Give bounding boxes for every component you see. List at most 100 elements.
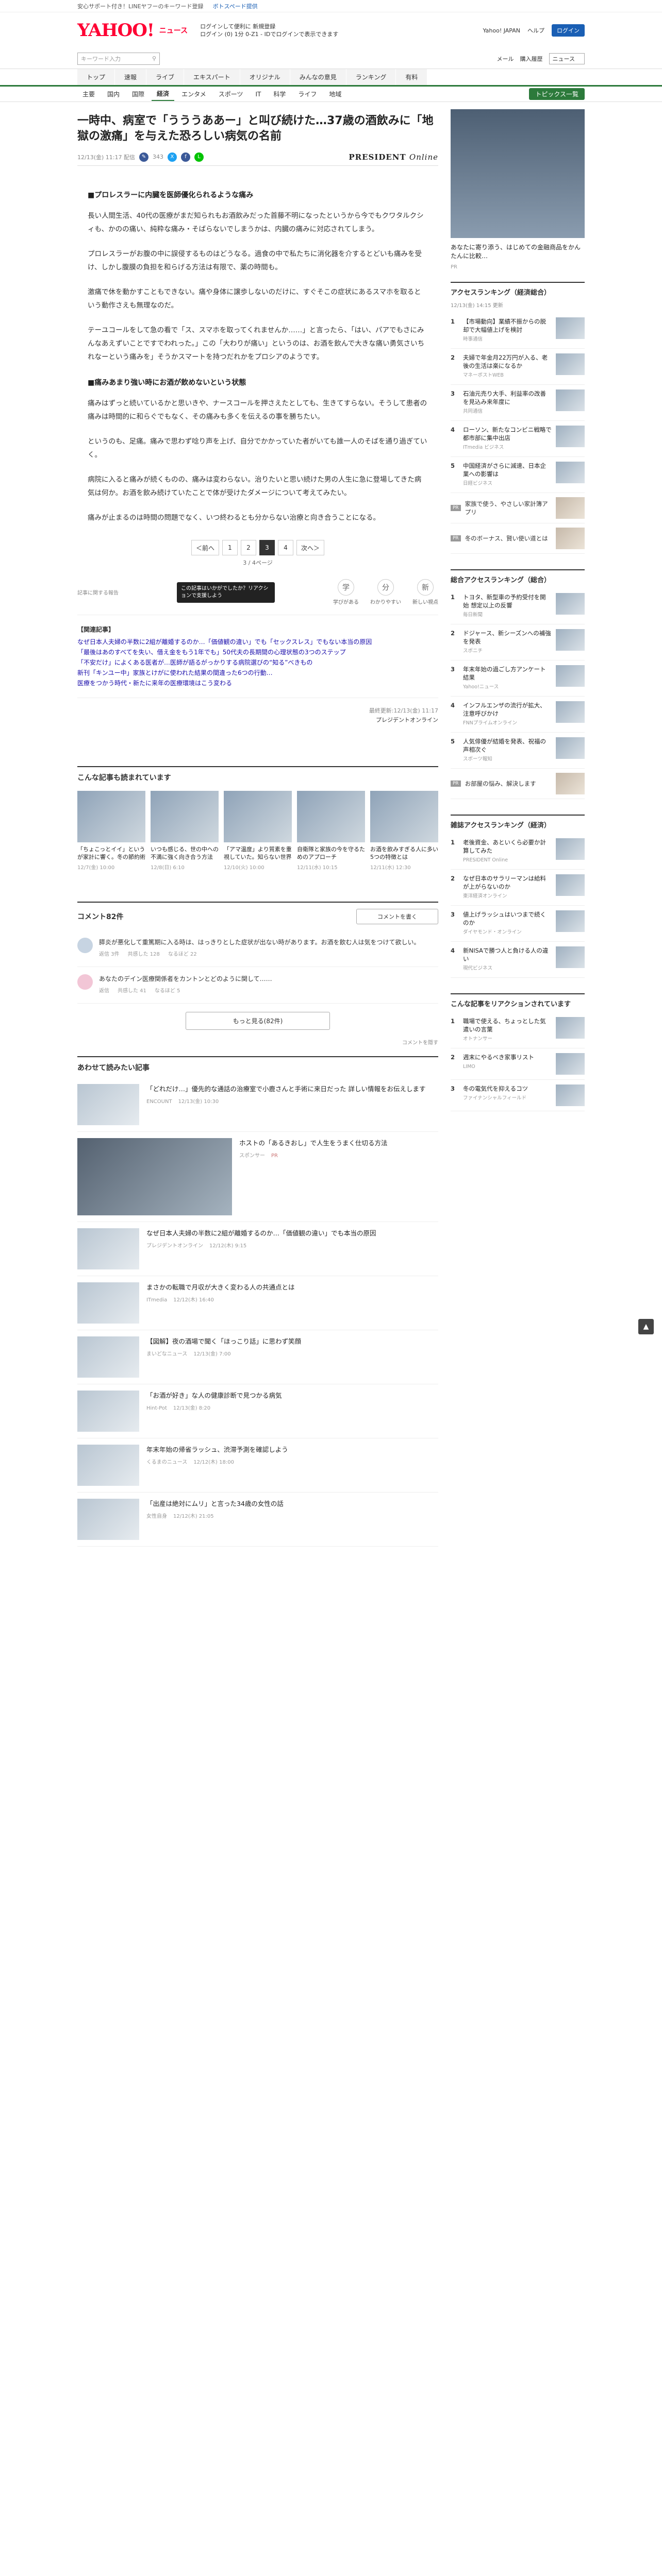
page-number-button[interactable]: 4 xyxy=(278,540,293,555)
category-tab[interactable]: ランキング xyxy=(346,69,396,85)
search-icon[interactable]: ⚲ xyxy=(152,55,156,62)
pr-item[interactable]: PR 家族で使う、やさしい家計簿アプリ xyxy=(451,493,585,523)
yahoo-japan-link[interactable]: Yahoo! JAPAN xyxy=(483,27,520,34)
page-number-button[interactable]: 1 xyxy=(222,540,238,555)
subnav-tab[interactable]: 主要 xyxy=(77,88,100,100)
category-tab[interactable]: ライブ xyxy=(146,69,185,85)
share-facebook-icon[interactable]: f xyxy=(180,152,190,162)
category-tab[interactable]: みんなの意見 xyxy=(290,69,346,85)
feed-item[interactable]: なぜ日本人夫婦の半数に2組が離婚するのか…「価値観の違い」でも本当の原因 プレジデ… xyxy=(77,1222,438,1276)
ranking-item[interactable]: 1 トヨタ、新型車の予約受付を開始 想定以上の反響 毎日新聞 xyxy=(451,588,585,624)
reply-button[interactable]: 返信 xyxy=(99,986,109,996)
agree-button[interactable]: 共感した 128 xyxy=(128,950,160,959)
subnav-tab[interactable]: エンタメ xyxy=(176,88,211,100)
ranking-item[interactable]: 2 なぜ日本のサラリーマンは給料が上がらないのか 東洋経済オンライン xyxy=(451,870,585,906)
category-tab[interactable]: 有料 xyxy=(396,69,428,85)
login-prompt-line1[interactable]: ログインして便利に 新規登録 xyxy=(200,23,338,30)
more-comments-button[interactable]: もっと見る(82件) xyxy=(186,1012,330,1030)
source-logo[interactable]: PRESIDENT Online xyxy=(349,152,438,162)
ranking-item[interactable]: 4 ローソン、新たなコンビニ戦略で都市部に集中出店 ITmedia ビジネス xyxy=(451,421,585,457)
ranking-item[interactable]: 3 値上げラッシュはいつまで続くのか ダイヤモンド・オンライン xyxy=(451,906,585,942)
pr-item[interactable]: PR 冬のボーナス、賢い使い道とは xyxy=(451,523,585,554)
ranking-item[interactable]: 3 石油元売り大手、利益率の改善を見込み来年度に 共同通信 xyxy=(451,385,585,421)
next-page-button[interactable]: 次へ＞ xyxy=(296,540,325,555)
sidebar-ad-image[interactable] xyxy=(451,109,585,238)
reaction-button[interactable]: 学学びがある xyxy=(333,579,359,605)
share-line-icon[interactable]: L xyxy=(194,152,204,162)
feed-item[interactable]: 「出産は絶対にムリ」と言った34歳の女性の話 女性自身 12/12(木) 21:05 xyxy=(77,1493,438,1547)
ranking-item[interactable]: 4 新NISAで勝つ人と負ける人の違い 現代ビジネス xyxy=(451,942,585,978)
ranking-item[interactable]: 3 年末年始の過ごし方アンケート結果 Yahoo!ニュース xyxy=(451,660,585,697)
subnav-tab[interactable]: スポーツ xyxy=(213,88,249,100)
related-article-link[interactable]: 新刊「キンユー中」家族とけがに使われた結果の間違った6つの行動… xyxy=(77,668,438,678)
category-tab[interactable]: オリジナル xyxy=(240,69,290,85)
pr-item[interactable]: PR お部屋の悩み、解決します xyxy=(451,769,585,799)
recommend-card[interactable]: 「ちょこっとイイ」というが家計に響く。冬の節約術 12/7(金) 10:00 xyxy=(77,791,145,871)
search-input[interactable]: キーワード入力 ⚲ xyxy=(77,52,160,65)
subnav-tab[interactable]: 国際 xyxy=(127,88,150,100)
recommend-card[interactable]: 自衛隊と家族の今を守るためのアプローチ 12/11(水) 10:15 xyxy=(297,791,365,871)
page-number-button[interactable]: 3 xyxy=(259,540,275,555)
top-bar-promo[interactable]: ボトスペード提供 xyxy=(213,2,258,10)
ranking-item[interactable]: 1 【市場動向】業績不振からの脱却で大幅値上げを検討 時事通信 xyxy=(451,313,585,349)
related-article-link[interactable]: 「不安だけ」によくある医者が…医師が語るがっかりする病院選びの“知る”べきもの xyxy=(77,657,438,668)
related-article-link[interactable]: 医療をつかう時代・新たに来年の医療環境はこう変わる xyxy=(77,678,438,688)
feed-item[interactable]: まさかの転職で月収が大きく変わる人の共通点とは ITmedia 12/12(木) 1… xyxy=(77,1276,438,1330)
subnav-tab[interactable]: ライフ xyxy=(293,88,322,100)
category-tab[interactable]: 速報 xyxy=(115,69,147,85)
feed-item[interactable]: 年末年始の帰省ラッシュ、渋滞予測を確認しよう くるまのニュース 12/12(木) 1… xyxy=(77,1438,438,1493)
page-number-button[interactable]: 2 xyxy=(241,540,256,555)
related-article-link[interactable]: 「最後はあのすべてを失い、借え金をもう1年でも」50代夫の長期間の心理状態の3つ… xyxy=(77,647,438,657)
recommend-card[interactable]: 「アマ温度」より質素を重視していた。知らない世界 12/10(火) 10:00 xyxy=(224,791,292,871)
ranking-item[interactable]: 4 インフルエンザの流行が拡大、注意呼びかけ FNNプライムオンライン xyxy=(451,697,585,733)
category-tab[interactable]: トップ xyxy=(77,69,115,85)
agree-button[interactable]: 共感した 41 xyxy=(118,986,146,996)
category-tab[interactable]: エキスパート xyxy=(184,69,240,85)
report-link[interactable]: 記事に関する報告 xyxy=(77,588,119,596)
ranking-item[interactable]: 1 職場で使える、ちょっとした気遣いの言葉 オトナンサー xyxy=(451,1012,585,1048)
feed-item[interactable]: 「どれだけ…」優先的な通話の治療室で小鹿さんと手術に来日だった 詳しい情報をお伝… xyxy=(77,1078,438,1132)
ranking-item[interactable]: 3 冬の電気代を抑えるコツ ファイナンシャルフィールド xyxy=(451,1080,585,1111)
reaction-button[interactable]: 新新しい視点 xyxy=(412,579,438,605)
ranking-item[interactable]: 2 ドジャース、新シーズンへの補強を発表 スポニチ xyxy=(451,624,585,660)
insightful-button[interactable]: なるほど 5 xyxy=(155,986,180,996)
topics-list-button[interactable]: トピックス一覧 xyxy=(529,88,585,100)
page-top-button[interactable]: ▲ xyxy=(638,1319,654,1334)
ranking-item[interactable]: 2 週末にやるべき家事リスト LIMO xyxy=(451,1048,585,1080)
prev-page-button[interactable]: ＜前へ xyxy=(191,540,219,555)
ranking-item[interactable]: 5 人気俳優が結婚を発表、祝福の声相次ぐ スポーツ報知 xyxy=(451,733,585,769)
ranking-item[interactable]: 1 老後資金、あといくら必要か計算してみた PRESIDENT Online xyxy=(451,834,585,870)
news-logo-label[interactable]: ニュース xyxy=(159,25,188,36)
hide-comments-toggle[interactable]: コメントを隠す xyxy=(77,1038,438,1046)
subnav-tab[interactable]: 経済 xyxy=(152,87,175,101)
top-bar-item[interactable]: 安心サポート付き！LINEヤフーのキーワード登録 xyxy=(77,2,204,10)
feed-item[interactable]: 【図解】夜の酒場で聞く「ほっこり話」に思わず笑顔 まいどなニュース 12/13(金)… xyxy=(77,1330,438,1384)
ranking-item[interactable]: 5 中国経済がさらに減速、日本企業への影響は 日経ビジネス xyxy=(451,457,585,493)
feed-item[interactable]: 「お酒が好き」な人の健康診断で見つかる病気 Hint-Pot 12/13(金) 8:… xyxy=(77,1384,438,1438)
mail-link[interactable]: メール xyxy=(497,55,514,63)
subnav-tab[interactable]: 国内 xyxy=(102,88,125,100)
yahoo-logo[interactable]: YAHOO! xyxy=(77,20,155,41)
reaction-button[interactable]: 分わかりやすい xyxy=(370,579,401,605)
feed-thumbnail xyxy=(77,1499,139,1540)
recommend-card[interactable]: いつも感じる、世の中への不満に強く向き合う方法 12/8(日) 6:10 xyxy=(151,791,219,871)
write-comment-button[interactable]: コメントを書く xyxy=(356,909,438,924)
credit-source[interactable]: プレジデントオンライン xyxy=(376,717,438,723)
comment-count-icon[interactable]: ✎ xyxy=(139,152,148,162)
subnav-tab[interactable]: 地域 xyxy=(324,88,346,100)
ranking-item[interactable]: 2 夫婦で年金月22万円が入る、老後の生活は楽になるか マネーポストWEB xyxy=(451,349,585,385)
related-article-link[interactable]: なぜ日本人夫婦の半数に2組が離婚するのか…「価値観の違い」でも「セックスレス」で… xyxy=(77,637,438,647)
subnav-tab[interactable]: 科学 xyxy=(268,88,291,100)
share-x-icon[interactable]: X xyxy=(167,152,177,162)
recommend-card[interactable]: お酒を飲みすぎる人に多い5つの特徴とは 12/11(水) 12:30 xyxy=(370,791,438,871)
service-select[interactable]: ニュース xyxy=(549,53,585,64)
help-link[interactable]: ヘルプ xyxy=(527,26,544,35)
insightful-button[interactable]: なるほど 22 xyxy=(168,950,197,959)
feed-item[interactable]: ホストの「あるきおし」で人生をうまく仕切る方法 スポンサー PR xyxy=(77,1132,438,1222)
subnav-tab[interactable]: IT xyxy=(250,89,266,100)
login-button[interactable]: ログイン xyxy=(552,24,585,37)
purchase-history-link[interactable]: 購入履歴 xyxy=(520,55,543,63)
sidebar-ad-caption[interactable]: あなたに寄り添う、はじめての金融商品をかんたんに比較… PR xyxy=(451,243,585,272)
comment-count[interactable]: 343 xyxy=(153,154,163,160)
reply-button[interactable]: 返信 3件 xyxy=(99,950,120,959)
